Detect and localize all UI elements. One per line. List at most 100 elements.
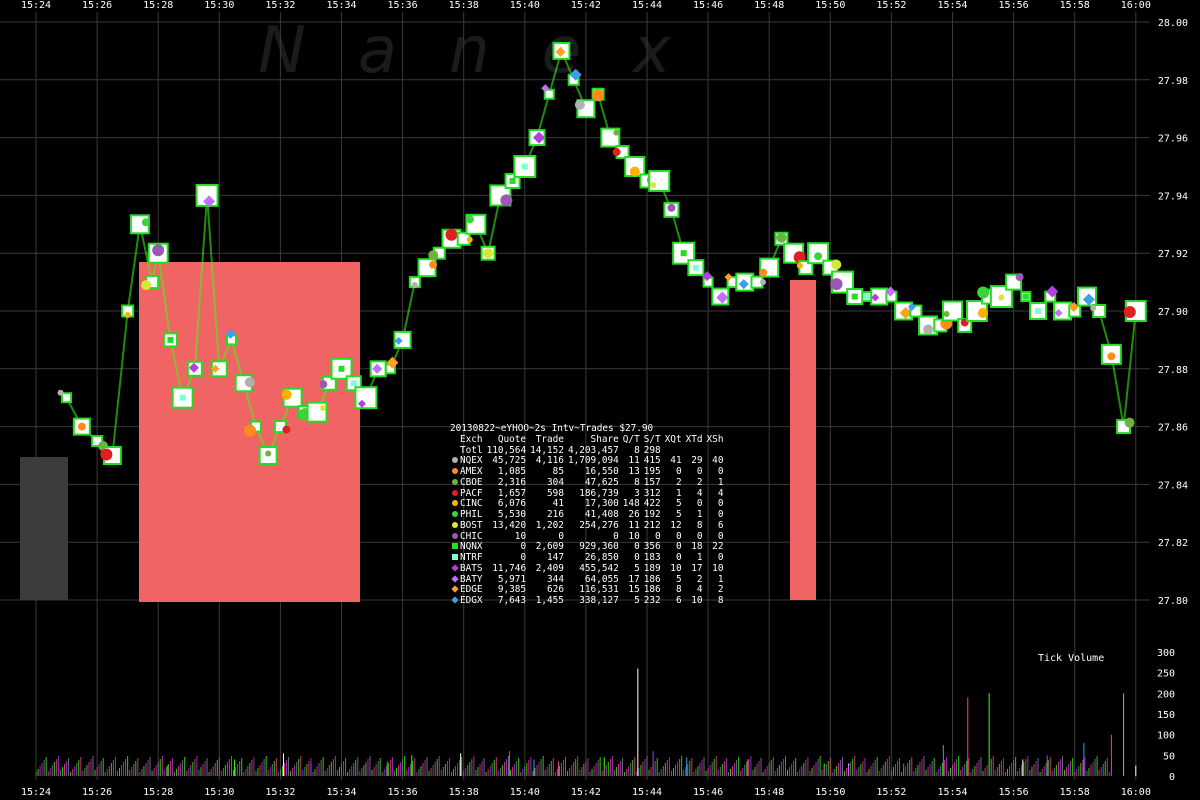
quote-marker: [863, 293, 870, 300]
x-tick-label-bottom: 15:28: [143, 787, 173, 798]
quote-marker: [428, 250, 439, 261]
x-tick-label-top: 16:00: [1121, 0, 1151, 11]
stats-cell-quote: 13,420: [492, 519, 527, 531]
volume-y-tick-label: 250: [1157, 669, 1175, 680]
stats-cell-trade: 1,202: [535, 519, 564, 531]
exchange-marker-icon: [450, 585, 460, 596]
x-tick-label-top: 15:28: [143, 0, 173, 11]
quote-marker: [776, 232, 787, 243]
quote-marker: [445, 228, 458, 241]
y-tick-label: 27.88: [1158, 365, 1188, 376]
exchange-marker-icon: [450, 446, 460, 457]
quote-marker: [574, 99, 585, 110]
x-tick-label-bottom: 15:24: [21, 787, 51, 798]
quote-marker: [429, 260, 438, 269]
quote-marker: [152, 244, 165, 257]
col-qt: Q/T: [622, 433, 640, 445]
x-tick-label-bottom: 15:54: [937, 787, 967, 798]
quote-marker: [629, 166, 640, 177]
x-tick-label-top: 15:24: [21, 0, 51, 11]
quote-marker: [500, 194, 513, 207]
exchange-marker-icon: [450, 574, 460, 586]
quote-marker: [1090, 305, 1097, 311]
quote-marker: [612, 148, 621, 157]
stats-row: BOST 13,420 1,202 254,276 11 212 12 8 6: [450, 519, 723, 532]
x-tick-label-bottom: 15:48: [754, 787, 784, 798]
x-tick-label-top: 15:58: [1060, 0, 1090, 11]
x-tick-label-top: 15:36: [388, 0, 418, 11]
stats-header-row: Exch Quote Trade Share Q/T S/T XQt XTd X…: [450, 433, 724, 446]
stats-cell-qt: 5: [634, 562, 640, 574]
col-xsh: XSh: [706, 433, 724, 445]
x-tick-label-bottom: 15:32: [265, 787, 295, 798]
x-tick-label-bottom: 15:42: [571, 787, 601, 798]
col-xtd: XTd: [685, 433, 703, 445]
quote-marker: [759, 268, 768, 277]
stats-cell-share: 254,276: [579, 519, 619, 531]
x-tick-label-bottom: 15:50: [815, 787, 845, 798]
col-exch: Exch: [460, 433, 483, 445]
x-tick-label-bottom: 15:38: [449, 787, 479, 798]
stats-cell-xsh: 10: [712, 562, 724, 574]
quote-marker: [465, 215, 474, 224]
exchange-marker-icon: [450, 510, 460, 521]
quote-marker: [592, 89, 605, 102]
x-tick-label-bottom: 15:30: [204, 787, 234, 798]
stats-cell-st: 212: [643, 519, 661, 531]
quote-marker: [521, 163, 528, 170]
stats-cell-xtd: 8: [696, 519, 703, 531]
stats-cell-st: 189: [643, 562, 661, 574]
exchange-marker-icon: [450, 521, 460, 532]
quote-marker: [759, 279, 766, 286]
exchange-marker-icon: [450, 564, 460, 575]
y-tick-label: 27.92: [1158, 249, 1188, 260]
x-tick-label-bottom: 15:56: [999, 787, 1029, 798]
quote-marker: [350, 380, 357, 387]
x-tick-label-top: 15:26: [82, 0, 112, 11]
x-tick-label-top: 15:38: [449, 0, 479, 11]
stats-cell-xqt: 10: [670, 562, 682, 574]
exchange-marker-icon: [450, 596, 460, 607]
stats-cell-xqt: 2: [675, 476, 682, 488]
stats-cell-xsh: 1: [717, 476, 724, 488]
stats-cell-exch: CBOE: [460, 476, 483, 488]
stats-cell-qt: 8: [634, 476, 640, 488]
quote-marker: [141, 280, 152, 291]
exchange-marker-icon: [450, 542, 460, 553]
x-tick-label-bottom: 16:00: [1121, 787, 1151, 798]
x-tick-label-bottom: 15:52: [876, 787, 906, 798]
col-trade: Trade: [535, 433, 564, 445]
spread-region: [790, 280, 816, 600]
stats-cell-share: 47,625: [584, 476, 619, 488]
stats-cell-st: 232: [643, 595, 661, 606]
x-tick-label-bottom: 15:58: [1060, 787, 1090, 798]
quote-marker: [466, 236, 473, 243]
y-tick-label: 28.00: [1158, 18, 1188, 29]
x-tick-label-top: 15:32: [265, 0, 295, 11]
trade-marker: [61, 392, 73, 404]
quote-marker: [692, 264, 699, 271]
quote-marker: [100, 448, 113, 461]
quote-marker: [796, 262, 803, 269]
quote-marker: [1124, 417, 1135, 428]
x-tick-label-bottom: 15:34: [326, 787, 356, 798]
x-tick-label-top: 15:52: [876, 0, 906, 11]
quote-marker: [830, 278, 843, 291]
stats-cell-quote: 7,643: [497, 595, 527, 606]
exchange-marker-icon: [450, 489, 460, 500]
chart-stage: Nanex 15:24 15:24 15:26 15:26 15:28 15:28 15:30…: [0, 0, 1200, 800]
y-tick-label: 27.90: [1158, 307, 1188, 318]
quote-marker: [141, 218, 150, 227]
quote-marker: [613, 129, 620, 136]
quote-marker: [338, 365, 345, 372]
chart-canvas: Nanex 15:24 15:24 15:26 15:26 15:28 15:28 15:30…: [0, 0, 1188, 798]
trade-marker: [942, 300, 963, 322]
y-tick-label: 27.94: [1158, 191, 1188, 202]
x-tick-label-top: 15:40: [510, 0, 540, 11]
quote-marker: [1123, 306, 1136, 318]
quote-marker: [943, 311, 950, 317]
y-tick-label: 27.86: [1158, 423, 1188, 434]
quote-marker: [179, 394, 186, 401]
exchange-marker-icon: [450, 467, 460, 478]
stats-cell-xtd: 10: [691, 595, 703, 606]
